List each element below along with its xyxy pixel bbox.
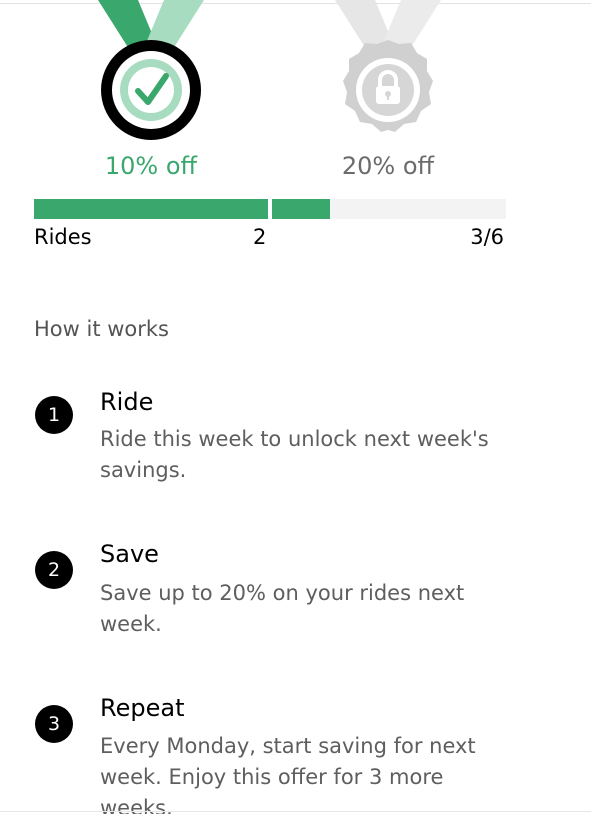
step-2-title: Save (100, 540, 159, 568)
rewards-screen: 10% off 20% off Rides 2 3/6 How it works… (0, 0, 591, 814)
tier-20-off-label: 20% off (341, 152, 435, 180)
step-3-badge: 3 (35, 705, 73, 743)
rides-count: 3/6 (470, 225, 504, 249)
step-1-badge: 1 (35, 396, 73, 434)
bottom-divider (0, 811, 591, 812)
step-3-title: Repeat (100, 694, 185, 722)
rides-label: Rides (34, 225, 92, 249)
how-it-works-heading: How it works (34, 317, 169, 341)
step-1-title: Ride (100, 388, 154, 416)
step-2-badge: 2 (35, 551, 73, 589)
progress-fill-tier-2 (272, 199, 330, 219)
progress-fill-tier-1 (34, 199, 268, 219)
top-divider (0, 3, 591, 4)
step-1-description: Ride this week to unlock next week's sav… (100, 427, 489, 482)
rides-milestone-marker: 2 (253, 225, 267, 249)
padlock-medal-icon (333, 0, 443, 150)
step-3-description: Every Monday, start saving for next week… (100, 734, 476, 814)
checkmark-medal-icon (96, 0, 206, 150)
step-2-description: Save up to 20% on your rides next week. (100, 581, 465, 636)
tier-10-off-label: 10% off (104, 152, 198, 180)
rides-progress-bar (34, 199, 506, 219)
